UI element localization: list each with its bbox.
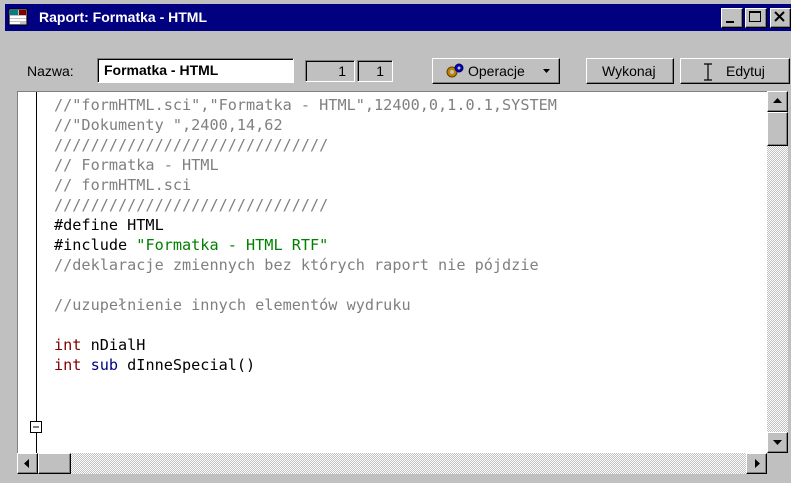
counter-field-1: 1 bbox=[305, 60, 355, 82]
code-editor[interactable]: //"formHTML.sci","Formatka - HTML",12400… bbox=[17, 91, 788, 483]
text-cursor-icon bbox=[703, 63, 713, 84]
wykonaj-button[interactable]: Wykonaj bbox=[586, 58, 674, 84]
code-identifier: dInneSpecial() bbox=[118, 356, 256, 374]
code-line[interactable]: int sub dInneSpecial() bbox=[54, 355, 255, 375]
arrow-down-icon bbox=[773, 440, 782, 445]
horizontal-scroll-thumb[interactable] bbox=[38, 453, 71, 474]
report-window: Raport: Formatka - HTML Nazwa: Formatka … bbox=[0, 0, 791, 483]
arrow-right-icon bbox=[755, 459, 760, 468]
code-line[interactable]: //deklaracje zmiennych bez których rapor… bbox=[54, 255, 539, 275]
title-bar[interactable]: Raport: Formatka - HTML bbox=[5, 4, 791, 31]
code-comment: //"formHTML.sci","Formatka - HTML",12400… bbox=[54, 96, 557, 114]
code-line[interactable]: ////////////////////////////// bbox=[54, 195, 328, 215]
wykonaj-label: Wykonaj bbox=[602, 63, 656, 79]
code-line[interactable]: // formHTML.sci bbox=[54, 175, 191, 195]
minimize-icon bbox=[726, 21, 734, 23]
scrollbar-corner bbox=[767, 453, 788, 474]
scroll-down-button[interactable] bbox=[767, 432, 788, 453]
minimize-button[interactable] bbox=[721, 8, 743, 28]
window-title: Raport: Formatka - HTML bbox=[39, 9, 207, 25]
counter-field-2: 1 bbox=[357, 60, 393, 82]
code-keyword: int bbox=[54, 336, 82, 354]
report-app-icon bbox=[8, 8, 28, 26]
close-button[interactable] bbox=[770, 8, 791, 28]
arrow-left-icon bbox=[24, 459, 29, 468]
vertical-scroll-thumb[interactable] bbox=[767, 112, 788, 146]
maximize-button[interactable] bbox=[745, 8, 767, 28]
code-keyword: int bbox=[54, 356, 82, 374]
fold-gutter-line bbox=[36, 92, 37, 453]
code-line[interactable]: ////////////////////////////// bbox=[54, 135, 328, 155]
scroll-left-button[interactable] bbox=[17, 453, 38, 474]
code-line[interactable]: //uzupełnienie innych elementów wydruku bbox=[54, 295, 411, 315]
code-identifier: nDialH bbox=[81, 336, 146, 354]
code-comment: // Formatka - HTML bbox=[54, 156, 219, 174]
code-keyword: sub bbox=[81, 356, 119, 374]
close-icon bbox=[774, 11, 785, 22]
edytuj-button[interactable]: Edytuj bbox=[680, 58, 790, 84]
dropdown-arrow-icon bbox=[543, 62, 551, 78]
vertical-scrollbar[interactable] bbox=[767, 91, 788, 453]
code-directive: #include bbox=[54, 236, 137, 254]
fold-collapse-icon[interactable] bbox=[30, 421, 42, 433]
operacje-button[interactable]: Operacje bbox=[432, 58, 560, 84]
toolbar: Nazwa: Formatka - HTML 1 1 Operacje Wyko… bbox=[5, 33, 791, 84]
code-line[interactable]: #define HTML bbox=[54, 215, 164, 235]
edytuj-label: Edytuj bbox=[726, 63, 765, 79]
code-comment: ////////////////////////////// bbox=[54, 136, 329, 154]
arrow-up-icon bbox=[773, 98, 782, 103]
code-string: "Formatka - HTML RTF" bbox=[136, 236, 329, 254]
operacje-label: Operacje bbox=[468, 63, 525, 79]
scroll-up-button[interactable] bbox=[767, 91, 788, 112]
code-line[interactable]: //"formHTML.sci","Formatka - HTML",12400… bbox=[54, 95, 557, 115]
name-label: Nazwa: bbox=[27, 63, 74, 79]
code-comment: //deklaracje zmiennych bez których rapor… bbox=[54, 256, 539, 274]
code-comment: ////////////////////////////// bbox=[54, 196, 329, 214]
horizontal-scrollbar[interactable] bbox=[17, 453, 767, 474]
maximize-icon bbox=[749, 11, 761, 22]
code-comment: //uzupełnienie innych elementów wydruku bbox=[54, 296, 411, 314]
code-comment: //"Dokumenty ",2400,14,62 bbox=[54, 116, 283, 134]
code-line[interactable]: int nDialH bbox=[54, 335, 145, 355]
report-name-field[interactable]: Formatka - HTML bbox=[97, 58, 294, 83]
scroll-right-button[interactable] bbox=[746, 453, 767, 474]
gears-icon bbox=[445, 62, 465, 83]
code-text-area[interactable]: //"formHTML.sci","Formatka - HTML",12400… bbox=[17, 91, 767, 453]
code-line[interactable]: //"Dokumenty ",2400,14,62 bbox=[54, 115, 283, 135]
code-comment: // formHTML.sci bbox=[54, 176, 192, 194]
code-line[interactable]: #include "Formatka - HTML RTF" bbox=[54, 235, 328, 255]
code-text: #define HTML bbox=[54, 216, 164, 234]
code-line[interactable]: // Formatka - HTML bbox=[54, 155, 219, 175]
